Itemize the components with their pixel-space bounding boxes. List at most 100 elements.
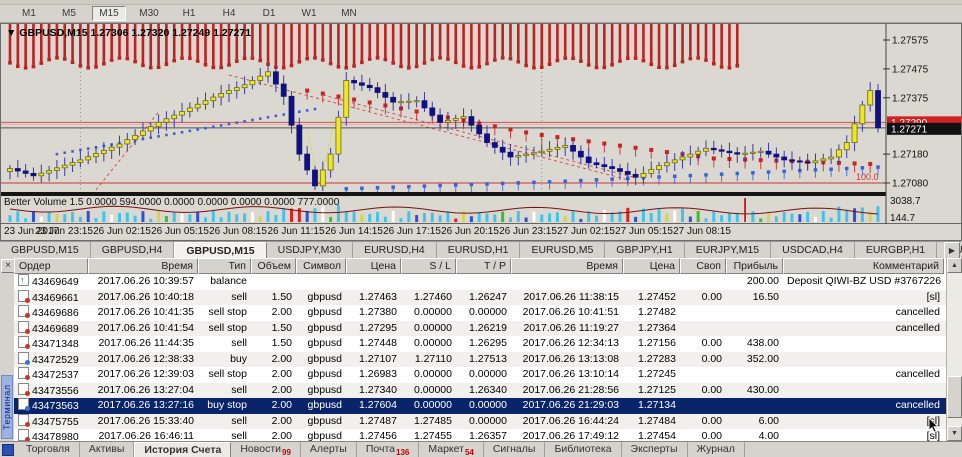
cell-order: 43473556	[14, 383, 88, 399]
terminal-tab-bar: ТорговляАктивыИстория СчетаНовости99Алер…	[0, 441, 962, 457]
history-row-43472537[interactable]: 434725372017.06.26 12:39:03sell stop2.00…	[14, 367, 946, 383]
cell-time1: 2017.06.26 13:27:04	[88, 383, 198, 399]
cell-time1: 2017.06.26 11:44:35	[88, 336, 198, 352]
cell-time1: 2017.06.26 12:38:33	[88, 352, 198, 368]
cell-volume: 2.00	[251, 305, 296, 321]
column-header-volume[interactable]: Объем	[251, 258, 296, 274]
column-header-profit[interactable]: Прибыль	[726, 258, 783, 274]
chart-tab-eurjpy-m15[interactable]: EURJPY,M15	[685, 242, 771, 259]
tf-button-mn[interactable]: MN	[332, 6, 366, 21]
chart-tab-eurusd-h4[interactable]: EURUSD,H4	[353, 242, 437, 259]
column-header-time2[interactable]: Время	[511, 258, 623, 274]
tab-журнал[interactable]: Журнал	[688, 442, 745, 457]
tf-button-h4[interactable]: H4	[212, 6, 246, 21]
cell-comment: cancelled	[783, 398, 944, 414]
history-row-43469686[interactable]: 434696862017.06.26 10:41:35sell stop2.00…	[14, 305, 946, 321]
history-row-43478980[interactable]: 434789802017.06.26 16:46:11sell2.00gbpus…	[14, 429, 946, 441]
cell-symbol: gbpusd	[296, 429, 346, 441]
tab-новости[interactable]: Новости99	[231, 442, 301, 457]
column-header-symbol[interactable]: Символ	[296, 258, 346, 274]
tf-button-m5[interactable]: M5	[52, 6, 86, 21]
cell-symbol: gbpusd	[296, 383, 346, 399]
column-header-order[interactable]: Ордер	[14, 258, 88, 274]
tf-button-m1[interactable]: M1	[12, 6, 46, 21]
cell-price1: 1.27487	[346, 414, 401, 430]
tab-сигналы[interactable]: Сигналы	[484, 442, 546, 457]
column-header-type[interactable]: Тип	[198, 258, 251, 274]
cell-comment: [sl]	[783, 290, 944, 306]
column-header-sl[interactable]: S / L	[401, 258, 456, 274]
chart-tab-gbpusd-m15[interactable]: GBPUSD,M15	[174, 242, 266, 259]
tab-активы[interactable]: Активы	[80, 442, 135, 457]
tf-button-m15[interactable]: M15	[92, 6, 126, 21]
cell-price2: 1.27283	[623, 352, 680, 368]
history-row-43469661[interactable]: 434696612017.06.26 10:40:18sell1.50gbpus…	[14, 290, 946, 306]
cell-sl: 1.27485	[401, 414, 456, 430]
scroll-down-icon[interactable]: ▼	[947, 426, 962, 441]
column-header-swap[interactable]: Своп	[680, 258, 726, 274]
column-header-tp[interactable]: T / P	[456, 258, 511, 274]
price-chart[interactable]: 100.0▼ GBPUSD,M15 1.27306 1.27320 1.2724…	[0, 23, 962, 241]
tab-почта[interactable]: Почта136	[357, 442, 420, 457]
cell-tp: 0.00000	[456, 414, 511, 430]
cell-price2: 1.27482	[623, 305, 680, 321]
tab-маркет[interactable]: Маркет54	[419, 442, 483, 457]
column-header-price2[interactable]: Цена	[623, 258, 680, 274]
cell-sl: 0.00000	[401, 336, 456, 352]
chart-tab-eurgbp-h1[interactable]: EURGBP,H1	[855, 242, 937, 259]
cell-sl: 1.27455	[401, 429, 456, 441]
cell-price1: 1.27340	[346, 383, 401, 399]
tab-торговля[interactable]: Торговля	[17, 442, 80, 457]
history-row-43473563[interactable]: 434735632017.06.26 13:27:16buy stop2.00g…	[14, 398, 946, 414]
cell-tp: 1.26340	[456, 383, 511, 399]
column-header-time1[interactable]: Время	[88, 258, 198, 274]
column-header-price1[interactable]: Цена	[346, 258, 401, 274]
cell-symbol: gbpusd	[296, 290, 346, 306]
cell-type: sell stop	[198, 367, 251, 383]
cell-price1: 1.27107	[346, 352, 401, 368]
history-row-43473556[interactable]: 434735562017.06.26 13:27:04sell2.00gbpus…	[14, 383, 946, 399]
column-header-comment[interactable]: Комментарий	[783, 258, 944, 274]
tab-история-счета[interactable]: История Счета	[134, 442, 231, 457]
buy-order-icon	[18, 398, 29, 410]
chart-tab-gbpjpy-h1[interactable]: GBPJPY,H1	[605, 242, 684, 259]
cell-sl: 0.00000	[401, 305, 456, 321]
history-row-43475755[interactable]: 434757552017.06.26 15:33:40sell2.00gbpus…	[14, 414, 946, 430]
chart-tab-eurusd-h1[interactable]: EURUSD,H1	[437, 242, 521, 259]
history-row-43469649[interactable]: 434696492017.06.26 10:39:57balance200.00…	[14, 274, 946, 290]
cell-volume: 1.50	[251, 336, 296, 352]
tf-button-m30[interactable]: M30	[132, 6, 166, 21]
cell-sl: 0.00000	[401, 367, 456, 383]
scrollbar-thumb[interactable]	[947, 376, 962, 418]
chart-tab-usdjpy-m30[interactable]: USDJPY,M30	[267, 242, 353, 259]
history-row-43472529[interactable]: 434725292017.06.26 12:38:33buy2.00gbpusd…	[14, 352, 946, 368]
cell-comment	[783, 383, 944, 399]
cell-symbol: gbpusd	[296, 398, 346, 414]
cell-profit	[726, 305, 783, 321]
tab-эксперты[interactable]: Эксперты	[622, 442, 688, 457]
time-axis: 23 Jun 201723 Jun 23:1526 Jun 02:1526 Ju…	[4, 226, 731, 237]
cell-time2	[511, 274, 623, 290]
chart-tab-gbpusd-m15[interactable]: GBPUSD,M15	[0, 242, 91, 259]
tf-button-w1[interactable]: W1	[292, 6, 326, 21]
history-row-43471348[interactable]: 434713482017.06.26 11:44:35sell1.50gbpus…	[14, 336, 946, 352]
chart-tab-eurusd-m5[interactable]: EURUSD,M5	[520, 242, 605, 259]
scroll-up-icon[interactable]: ▲	[947, 258, 962, 273]
cell-swap	[680, 274, 726, 290]
chart-tab-gbpusd-h4[interactable]: GBPUSD,H4	[91, 242, 175, 259]
tab-алерты[interactable]: Алерты	[301, 442, 357, 457]
chart-tab-usdcad-h4[interactable]: USDCAD,H4	[771, 242, 855, 259]
cell-volume: 2.00	[251, 414, 296, 430]
tf-button-h1[interactable]: H1	[172, 6, 206, 21]
cell-comment: Deposit QIWI-BZ USD #3767226	[783, 274, 944, 290]
cell-time2: 2017.06.26 17:49:12	[511, 429, 623, 441]
tab-библиотека[interactable]: Библиотека	[545, 442, 621, 457]
chart-tabs-scroll-right-icon[interactable]: ▶	[944, 242, 960, 259]
svg-text:▼ GBPUSD,M15 1.27306 1.27320 1: ▼ GBPUSD,M15 1.27306 1.27320 1.27249 1.2…	[6, 27, 251, 39]
close-icon[interactable]: ×	[1, 259, 15, 273]
history-row-43469689[interactable]: 434696892017.06.26 10:41:54sell stop1.50…	[14, 321, 946, 337]
cell-tp: 0.00000	[456, 305, 511, 321]
table-scrollbar[interactable]: ▲ ▼	[946, 258, 962, 441]
cell-time1: 2017.06.26 16:46:11	[88, 429, 198, 441]
tf-button-d1[interactable]: D1	[252, 6, 286, 21]
